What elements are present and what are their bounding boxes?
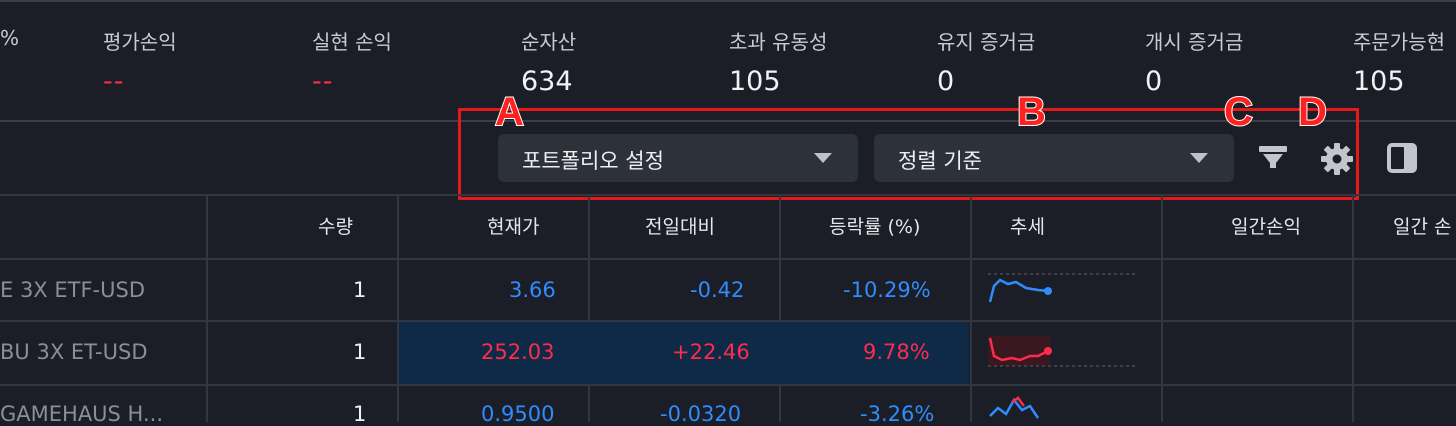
column-divider bbox=[397, 196, 399, 422]
change-cell: -0.0320 bbox=[660, 402, 742, 426]
summary-value-excess-liquidity: 105 bbox=[729, 66, 781, 97]
summary-label-initial-margin: 개시 증거금 bbox=[1145, 30, 1244, 54]
header-bottom-border bbox=[0, 258, 1456, 260]
annotation-label-b: B bbox=[1016, 89, 1047, 135]
price-cell: 0.9500 bbox=[481, 402, 555, 426]
change-percent-cell: -10.29% bbox=[843, 278, 931, 302]
header-quantity[interactable]: 수량 bbox=[318, 212, 353, 239]
instrument-name: GAMEHAUS H... bbox=[0, 402, 164, 426]
summary-value-net-assets: 634 bbox=[521, 66, 573, 97]
quantity-cell: 1 bbox=[353, 278, 367, 302]
column-divider bbox=[779, 196, 781, 422]
summary-partial-label: % bbox=[0, 26, 20, 50]
price-cell: 3.66 bbox=[509, 278, 556, 302]
header-current-price[interactable]: 현재가 bbox=[487, 212, 539, 239]
summary-value-initial-margin: 0 bbox=[1145, 66, 1163, 97]
panel-toggle-icon[interactable] bbox=[1386, 142, 1418, 174]
column-divider bbox=[206, 196, 208, 422]
summary-value-unrealized-pnl: -- bbox=[103, 66, 125, 97]
table-top-border bbox=[0, 194, 1456, 196]
change-percent-cell: 9.78% bbox=[863, 340, 930, 364]
header-change[interactable]: 전일대비 bbox=[645, 212, 715, 239]
header-change-percent[interactable]: 등락률 (%) bbox=[829, 212, 920, 239]
trend-sparkline bbox=[989, 396, 1040, 419]
quantity-cell: 1 bbox=[353, 340, 367, 364]
summary-label-unrealized-pnl: 평가손익 bbox=[103, 30, 177, 54]
summary-label-net-assets: 순자산 bbox=[521, 30, 577, 54]
price-cell: 252.03 bbox=[481, 340, 555, 364]
summary-label-available-funds: 주문가능현 bbox=[1353, 30, 1445, 54]
trend-sparkline bbox=[988, 273, 1138, 303]
column-divider bbox=[1161, 196, 1163, 422]
annotation-label-a: A bbox=[494, 89, 525, 135]
header-daily-pnl[interactable]: 일간손익 bbox=[1231, 212, 1301, 239]
header-daily-pnl-2[interactable]: 일간 손 bbox=[1393, 212, 1451, 239]
column-divider bbox=[1352, 196, 1354, 422]
annotation-label-d: D bbox=[1297, 89, 1328, 135]
annotation-label-c: C bbox=[1223, 89, 1254, 135]
quantity-cell: 1 bbox=[353, 402, 367, 426]
column-divider bbox=[970, 196, 972, 422]
summary-value-available-funds: 105 bbox=[1353, 66, 1405, 97]
change-cell: -0.42 bbox=[690, 278, 745, 302]
summary-label-maintenance-margin: 유지 증거금 bbox=[937, 30, 1036, 54]
header-trend[interactable]: 추세 bbox=[1010, 212, 1045, 239]
instrument-name: BU 3X ET-USD bbox=[0, 340, 148, 364]
instrument-name: E 3X ETF-USD bbox=[0, 278, 145, 302]
change-percent-cell: -3.26% bbox=[860, 402, 935, 426]
row-divider bbox=[0, 384, 1456, 386]
summary-label-excess-liquidity: 초과 유동성 bbox=[729, 30, 828, 54]
trend-sparkline bbox=[988, 336, 1138, 367]
column-divider bbox=[588, 196, 590, 422]
summary-value-realized-pnl: -- bbox=[312, 66, 334, 97]
summary-label-realized-pnl: 실현 손익 bbox=[312, 30, 392, 54]
change-cell: +22.46 bbox=[672, 340, 750, 364]
summary-value-maintenance-margin: 0 bbox=[937, 66, 955, 97]
